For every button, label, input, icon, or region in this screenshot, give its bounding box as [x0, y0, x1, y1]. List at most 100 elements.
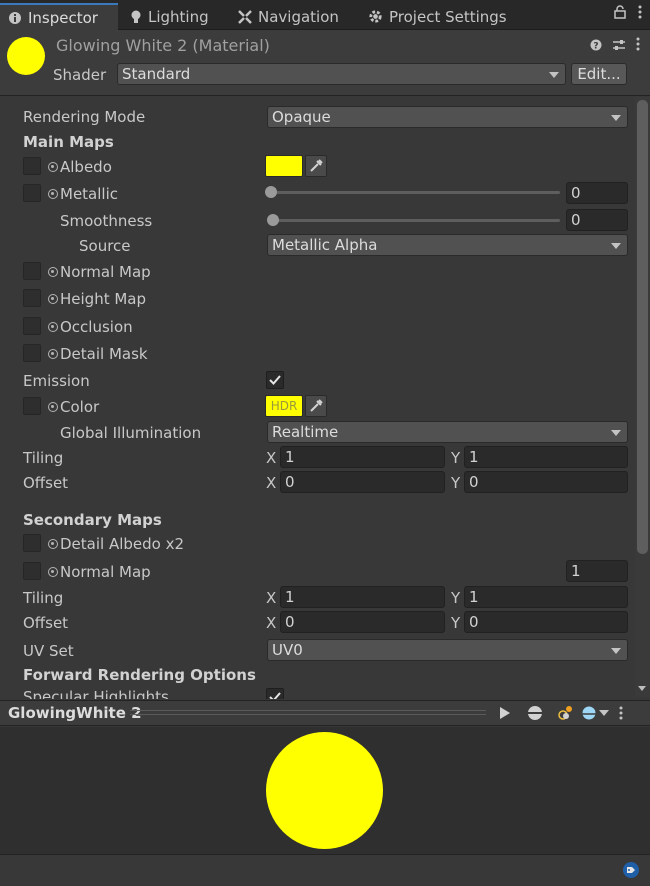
detail-mask-texture-slot[interactable] — [23, 344, 41, 362]
albedo-texture-slot[interactable] — [23, 157, 41, 175]
secondary-tiling-x-field[interactable]: 1 — [280, 586, 445, 608]
tiling-x-field[interactable]: 1 — [280, 446, 445, 468]
offset-x-field[interactable]: 0 — [280, 471, 445, 493]
secondary-normal-scale-field[interactable]: 1 — [566, 560, 628, 582]
texture-picker-icon[interactable] — [48, 294, 58, 304]
albedo-label: Albedo — [60, 158, 112, 176]
offset-y-field[interactable]: 0 — [464, 471, 628, 493]
tiling-y-field[interactable]: 1 — [464, 446, 628, 468]
tab-label: Project Settings — [389, 7, 507, 26]
checkmark-icon — [269, 375, 281, 385]
preview-tools — [490, 702, 632, 724]
secondary-tiling-y-field[interactable]: 1 — [464, 586, 628, 608]
offset-y-label: Y — [451, 474, 461, 492]
metallic-label: Metallic — [60, 185, 118, 203]
eyedropper-icon — [310, 159, 323, 172]
asset-label-icon[interactable] — [622, 862, 640, 882]
normal-map-texture-slot[interactable] — [23, 262, 41, 280]
eyedropper-icon — [310, 399, 323, 412]
kebab-menu-icon[interactable] — [636, 37, 640, 55]
metallic-value-field[interactable]: 0 — [566, 182, 628, 204]
chevron-down-icon — [611, 430, 621, 436]
forward-rendering-heading: Forward Rendering Options — [23, 666, 256, 684]
metallic-texture-slot[interactable] — [23, 184, 41, 202]
tab-label: Lighting — [148, 7, 209, 26]
chevron-down-icon — [611, 115, 621, 121]
edit-shader-button[interactable]: Edit... — [571, 63, 627, 85]
global-illumination-dropdown[interactable]: Realtime — [267, 421, 628, 443]
material-preview-sphere — [266, 732, 383, 849]
offset-label: Offset — [23, 474, 69, 492]
shader-dropdown[interactable]: Standard — [117, 63, 566, 85]
texture-picker-icon[interactable] — [48, 349, 58, 359]
detail-albedo-texture-slot[interactable] — [23, 534, 41, 552]
tab-label: Navigation — [258, 7, 339, 26]
height-map-texture-slot[interactable] — [23, 289, 41, 307]
source-value: Metallic Alpha — [272, 236, 378, 254]
kebab-menu-icon[interactable] — [610, 706, 632, 720]
chevron-down-icon — [598, 710, 609, 716]
secondary-tiling-x-label: X — [266, 589, 277, 607]
material-thumbnail — [7, 37, 45, 75]
tiling-x-label: X — [266, 449, 277, 467]
smoothness-slider-knob[interactable] — [267, 214, 279, 226]
emission-eyedropper[interactable] — [305, 395, 327, 417]
occlusion-texture-slot[interactable] — [23, 317, 41, 335]
smoothness-label: Smoothness — [60, 212, 153, 230]
smoothness-value-field[interactable]: 0 — [566, 209, 628, 231]
navigation-icon — [238, 9, 252, 24]
metallic-slider-track[interactable] — [270, 191, 560, 194]
source-dropdown[interactable]: Metallic Alpha — [267, 234, 628, 256]
hdr-label: HDR — [270, 399, 298, 413]
lights-icon[interactable] — [550, 705, 580, 721]
help-icon[interactable]: ? — [590, 37, 602, 55]
secondary-offset-label: Offset — [23, 614, 69, 632]
texture-picker-icon[interactable] — [48, 267, 58, 277]
emission-label: Emission — [23, 372, 90, 390]
detail-albedo-label: Detail Albedo x2 — [60, 535, 185, 553]
secondary-offset-y-field[interactable]: 0 — [464, 611, 628, 633]
secondary-normal-map-label: Normal Map — [60, 563, 151, 581]
bulb-icon — [130, 10, 142, 24]
texture-picker-icon[interactable] — [48, 162, 58, 172]
metallic-slider-knob[interactable] — [265, 186, 277, 198]
emission-color-label: Color — [60, 398, 100, 416]
preview-drag-handle[interactable] — [130, 710, 486, 715]
chevron-down-icon — [549, 72, 559, 78]
skybox-icon[interactable] — [580, 706, 610, 720]
uv-set-dropdown[interactable]: UV0 — [267, 639, 628, 661]
scrollbar-thumb[interactable] — [637, 100, 648, 554]
texture-picker-icon[interactable] — [48, 189, 58, 199]
header-actions: ? — [590, 37, 640, 55]
kebab-menu-icon[interactable] — [638, 5, 642, 23]
rendering-mode-dropdown[interactable]: Opaque — [267, 106, 628, 128]
albedo-eyedropper[interactable] — [305, 155, 327, 177]
secondary-normal-map-texture-slot[interactable] — [23, 562, 41, 580]
sphere-mesh-icon[interactable] — [520, 705, 550, 721]
texture-picker-icon[interactable] — [48, 567, 58, 577]
tiling-y-label: Y — [451, 449, 461, 467]
lock-icon[interactable] — [614, 5, 626, 23]
albedo-color-field[interactable] — [265, 155, 303, 177]
secondary-offset-y-label: Y — [451, 614, 461, 632]
preset-icon[interactable] — [612, 37, 626, 55]
secondary-tiling-label: Tiling — [23, 589, 64, 607]
chevron-down-icon — [611, 648, 621, 654]
tab-lighting[interactable]: Lighting — [122, 3, 209, 30]
emission-texture-slot[interactable] — [23, 397, 41, 415]
detail-mask-label: Detail Mask — [60, 345, 148, 363]
scroll-down-arrow-icon[interactable] — [638, 686, 646, 691]
specular-highlights-checkbox[interactable] — [266, 688, 284, 699]
tab-navigation[interactable]: Navigation — [230, 3, 339, 30]
info-icon — [8, 11, 22, 25]
emission-color-field[interactable]: HDR — [265, 395, 303, 417]
texture-picker-icon[interactable] — [48, 539, 58, 549]
emission-checkbox[interactable] — [266, 371, 284, 389]
tab-project-settings[interactable]: Project Settings — [360, 3, 507, 30]
smoothness-slider-track[interactable] — [272, 219, 560, 222]
texture-picker-icon[interactable] — [48, 322, 58, 332]
play-icon[interactable] — [490, 706, 520, 720]
secondary-offset-x-field[interactable]: 0 — [280, 611, 445, 633]
tab-inspector[interactable]: Inspector — [0, 3, 118, 30]
texture-picker-icon[interactable] — [48, 402, 58, 412]
